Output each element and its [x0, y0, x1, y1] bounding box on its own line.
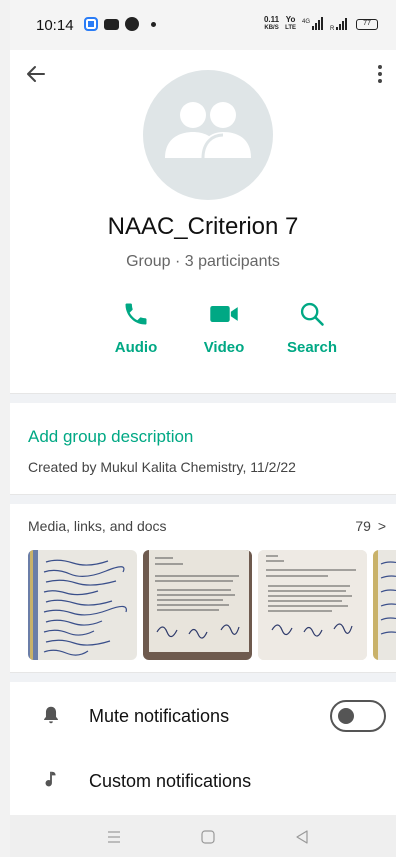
- custom-notifications-row[interactable]: Custom notifications: [10, 751, 396, 811]
- mute-toggle[interactable]: [330, 700, 386, 732]
- home-icon[interactable]: [198, 827, 218, 847]
- search-icon: [300, 302, 324, 326]
- back-arrow-icon[interactable]: [24, 62, 48, 86]
- media-thumbnail[interactable]: [28, 550, 137, 660]
- media-thumbnail[interactable]: [258, 550, 367, 660]
- media-thumbnails: [28, 550, 396, 660]
- video-label: Video: [203, 339, 245, 356]
- back-nav-icon[interactable]: [292, 827, 312, 847]
- svg-text:R: R: [330, 26, 335, 31]
- svg-text:4G: 4G: [302, 19, 310, 25]
- chevron-right-icon: >: [377, 518, 386, 534]
- created-by-text: Created by Mukul Kalita Chemistry, 11/2/…: [28, 459, 296, 475]
- add-group-description[interactable]: Add group description: [28, 427, 193, 447]
- battery-icon: 77: [356, 18, 378, 30]
- speed-value: 0.11: [263, 15, 280, 24]
- volte-label: Yo: [285, 15, 296, 24]
- music-note-icon: [45, 771, 56, 787]
- speed-unit: KB/S: [264, 25, 279, 31]
- handwritten-page-image: [373, 550, 396, 660]
- section-divider: [10, 494, 396, 504]
- toggle-knob: [338, 708, 354, 724]
- action-buttons: Audio Video Search: [92, 300, 356, 356]
- messenger-icon: [125, 17, 139, 31]
- volte-indicator: Yo LTE: [285, 16, 296, 32]
- video-call-button[interactable]: Video: [180, 300, 268, 356]
- status-time: 10:14: [36, 17, 74, 34]
- bell-icon: [44, 706, 58, 724]
- video-camera-icon: [210, 306, 238, 322]
- group-avatar[interactable]: [143, 70, 273, 200]
- battery-level: 77: [363, 19, 371, 27]
- group-name[interactable]: NAAC_Criterion 7: [10, 213, 396, 241]
- search-label: Search: [286, 339, 338, 356]
- search-button[interactable]: Search: [268, 300, 356, 356]
- youtube-icon: [104, 18, 119, 30]
- group-subtitle: Group · 3 participants: [126, 253, 280, 270]
- status-bar: 10:14 0.11 KB/S Yo LTE 4G R 77: [10, 0, 396, 50]
- audio-label: Audio: [114, 339, 158, 356]
- lte-label: LTE: [285, 25, 296, 31]
- phone-icon: [125, 303, 147, 325]
- group-people-icon: [165, 102, 251, 159]
- more-options-icon[interactable]: [368, 62, 392, 86]
- more-notifications-dot: [151, 21, 156, 27]
- section-divider: [10, 672, 396, 682]
- media-links-docs-title[interactable]: Media, links, and docs: [28, 518, 167, 534]
- signal-icon: R: [330, 18, 347, 31]
- group-info-screen: 10:14 0.11 KB/S Yo LTE 4G R 77 NAAC_Crit…: [10, 0, 396, 857]
- mute-notifications-label: Mute notifications: [89, 706, 230, 726]
- recent-apps-icon[interactable]: [104, 827, 124, 847]
- media-count: 79: [355, 518, 371, 534]
- handwritten-page-image: [28, 550, 137, 660]
- status-app-icons: [84, 17, 156, 31]
- system-navigation-bar: [10, 815, 396, 857]
- signal-4g-icon: 4G: [302, 17, 323, 30]
- media-thumbnail[interactable]: [373, 550, 396, 660]
- mute-notifications-row[interactable]: Mute notifications: [10, 686, 396, 746]
- app-notification-icon: [84, 17, 98, 31]
- printed-document-image: [258, 550, 367, 660]
- status-right: 0.11 KB/S Yo LTE 4G R 77: [264, 16, 378, 32]
- section-divider: [10, 393, 396, 403]
- media-count-link[interactable]: 79 >: [355, 518, 386, 534]
- printed-document-image: [143, 550, 252, 660]
- audio-call-button[interactable]: Audio: [92, 300, 180, 356]
- media-thumbnail[interactable]: [143, 550, 252, 660]
- custom-notifications-label: Custom notifications: [89, 771, 252, 791]
- network-speed: 0.11 KB/S: [264, 16, 279, 32]
